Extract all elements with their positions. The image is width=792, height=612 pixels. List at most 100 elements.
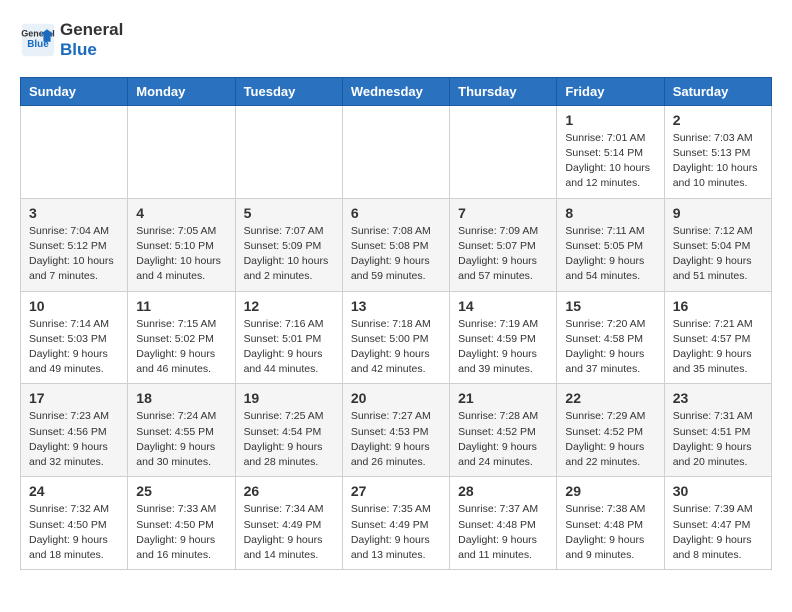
day-info: Sunrise: 7:15 AM Sunset: 5:02 PM Dayligh… — [136, 317, 226, 378]
day-number: 7 — [458, 205, 548, 221]
calendar-cell: 25 Sunrise: 7:33 AM Sunset: 4:50 PM Dayli… — [128, 477, 235, 570]
day-info: Sunrise: 7:20 AM Sunset: 4:58 PM Dayligh… — [565, 317, 655, 378]
calendar-header: SundayMondayTuesdayWednesdayThursdayFrid… — [21, 77, 772, 105]
weekday-saturday: Saturday — [664, 77, 771, 105]
calendar-cell: 24 Sunrise: 7:32 AM Sunset: 4:50 PM Dayli… — [21, 477, 128, 570]
day-number: 22 — [565, 390, 655, 406]
calendar-cell: 13Sunrise: 7:18 AM Sunset: 5:00 PM Dayli… — [342, 291, 449, 384]
logo: General Blue General Blue — [20, 20, 123, 61]
calendar-cell: 6 Sunrise: 7:08 AM Sunset: 5:08 PM Daylig… — [342, 198, 449, 291]
day-number: 25 — [136, 483, 226, 499]
day-info: Sunrise: 7:37 AM Sunset: 4:48 PM Dayligh… — [458, 502, 548, 563]
calendar-body: 1 Sunrise: 7:01 AM Sunset: 5:14 PM Daylig… — [21, 105, 772, 569]
day-number: 21 — [458, 390, 548, 406]
day-number: 16 — [673, 298, 763, 314]
day-info: Sunrise: 7:11 AM Sunset: 5:05 PM Dayligh… — [565, 224, 655, 285]
day-number: 10 — [29, 298, 119, 314]
day-number: 15 — [565, 298, 655, 314]
weekday-sunday: Sunday — [21, 77, 128, 105]
calendar-cell: 5Sunrise: 7:07 AM Sunset: 5:09 PM Daylig… — [235, 198, 342, 291]
day-number: 23 — [673, 390, 763, 406]
day-number: 3 — [29, 205, 119, 221]
calendar-week-1: 1 Sunrise: 7:01 AM Sunset: 5:14 PM Daylig… — [21, 105, 772, 198]
logo-general: General — [60, 20, 123, 40]
day-number: 14 — [458, 298, 548, 314]
day-info: Sunrise: 7:05 AM Sunset: 5:10 PM Dayligh… — [136, 224, 226, 285]
day-info: Sunrise: 7:04 AM Sunset: 5:12 PM Dayligh… — [29, 224, 119, 285]
calendar-cell: 8 Sunrise: 7:11 AM Sunset: 5:05 PM Daylig… — [557, 198, 664, 291]
calendar-week-3: 10 Sunrise: 7:14 AM Sunset: 5:03 PM Dayli… — [21, 291, 772, 384]
day-number: 5 — [244, 205, 334, 221]
day-info: Sunrise: 7:12 AM Sunset: 5:04 PM Dayligh… — [673, 224, 763, 285]
weekday-monday: Monday — [128, 77, 235, 105]
day-info: Sunrise: 7:35 AM Sunset: 4:49 PM Dayligh… — [351, 502, 441, 563]
day-info: Sunrise: 7:31 AM Sunset: 4:51 PM Dayligh… — [673, 409, 763, 470]
calendar-cell — [235, 105, 342, 198]
calendar-cell: 17Sunrise: 7:23 AM Sunset: 4:56 PM Dayli… — [21, 384, 128, 477]
weekday-friday: Friday — [557, 77, 664, 105]
day-info: Sunrise: 7:29 AM Sunset: 4:52 PM Dayligh… — [565, 409, 655, 470]
day-info: Sunrise: 7:21 AM Sunset: 4:57 PM Dayligh… — [673, 317, 763, 378]
day-number: 24 — [29, 483, 119, 499]
calendar-week-4: 17Sunrise: 7:23 AM Sunset: 4:56 PM Dayli… — [21, 384, 772, 477]
day-number: 28 — [458, 483, 548, 499]
day-number: 30 — [673, 483, 763, 499]
day-info: Sunrise: 7:14 AM Sunset: 5:03 PM Dayligh… — [29, 317, 119, 378]
calendar-cell: 3 Sunrise: 7:04 AM Sunset: 5:12 PM Daylig… — [21, 198, 128, 291]
page-header: General Blue General Blue — [20, 20, 772, 61]
day-info: Sunrise: 7:25 AM Sunset: 4:54 PM Dayligh… — [244, 409, 334, 470]
day-info: Sunrise: 7:24 AM Sunset: 4:55 PM Dayligh… — [136, 409, 226, 470]
day-number: 11 — [136, 298, 226, 314]
calendar-week-2: 3 Sunrise: 7:04 AM Sunset: 5:12 PM Daylig… — [21, 198, 772, 291]
day-info: Sunrise: 7:27 AM Sunset: 4:53 PM Dayligh… — [351, 409, 441, 470]
calendar-cell: 30Sunrise: 7:39 AM Sunset: 4:47 PM Dayli… — [664, 477, 771, 570]
day-info: Sunrise: 7:32 AM Sunset: 4:50 PM Dayligh… — [29, 502, 119, 563]
day-info: Sunrise: 7:08 AM Sunset: 5:08 PM Dayligh… — [351, 224, 441, 285]
day-info: Sunrise: 7:16 AM Sunset: 5:01 PM Dayligh… — [244, 317, 334, 378]
day-number: 26 — [244, 483, 334, 499]
calendar-cell: 9 Sunrise: 7:12 AM Sunset: 5:04 PM Daylig… — [664, 198, 771, 291]
day-number: 1 — [565, 112, 655, 128]
day-info: Sunrise: 7:34 AM Sunset: 4:49 PM Dayligh… — [244, 502, 334, 563]
day-info: Sunrise: 7:01 AM Sunset: 5:14 PM Dayligh… — [565, 131, 655, 192]
calendar-cell: 18Sunrise: 7:24 AM Sunset: 4:55 PM Dayli… — [128, 384, 235, 477]
day-number: 19 — [244, 390, 334, 406]
calendar-cell: 7Sunrise: 7:09 AM Sunset: 5:07 PM Daylig… — [450, 198, 557, 291]
calendar-cell: 23 Sunrise: 7:31 AM Sunset: 4:51 PM Dayli… — [664, 384, 771, 477]
calendar-cell: 14 Sunrise: 7:19 AM Sunset: 4:59 PM Dayli… — [450, 291, 557, 384]
day-number: 4 — [136, 205, 226, 221]
calendar-cell: 12 Sunrise: 7:16 AM Sunset: 5:01 PM Dayli… — [235, 291, 342, 384]
day-number: 27 — [351, 483, 441, 499]
day-number: 6 — [351, 205, 441, 221]
logo-icon: General Blue — [20, 22, 56, 58]
day-info: Sunrise: 7:03 AM Sunset: 5:13 PM Dayligh… — [673, 131, 763, 192]
day-info: Sunrise: 7:38 AM Sunset: 4:48 PM Dayligh… — [565, 502, 655, 563]
day-info: Sunrise: 7:19 AM Sunset: 4:59 PM Dayligh… — [458, 317, 548, 378]
calendar-cell: 19 Sunrise: 7:25 AM Sunset: 4:54 PM Dayli… — [235, 384, 342, 477]
calendar-cell: 16 Sunrise: 7:21 AM Sunset: 4:57 PM Dayli… — [664, 291, 771, 384]
day-info: Sunrise: 7:33 AM Sunset: 4:50 PM Dayligh… — [136, 502, 226, 563]
weekday-thursday: Thursday — [450, 77, 557, 105]
calendar-cell — [450, 105, 557, 198]
weekday-header-row: SundayMondayTuesdayWednesdayThursdayFrid… — [21, 77, 772, 105]
calendar-cell: 4 Sunrise: 7:05 AM Sunset: 5:10 PM Daylig… — [128, 198, 235, 291]
calendar-cell — [342, 105, 449, 198]
day-number: 29 — [565, 483, 655, 499]
weekday-wednesday: Wednesday — [342, 77, 449, 105]
day-number: 12 — [244, 298, 334, 314]
day-number: 13 — [351, 298, 441, 314]
calendar-table: SundayMondayTuesdayWednesdayThursdayFrid… — [20, 77, 772, 570]
weekday-tuesday: Tuesday — [235, 77, 342, 105]
day-number: 9 — [673, 205, 763, 221]
calendar-cell: 2 Sunrise: 7:03 AM Sunset: 5:13 PM Daylig… — [664, 105, 771, 198]
calendar-week-5: 24 Sunrise: 7:32 AM Sunset: 4:50 PM Dayli… — [21, 477, 772, 570]
calendar-cell: 28 Sunrise: 7:37 AM Sunset: 4:48 PM Dayli… — [450, 477, 557, 570]
day-number: 17 — [29, 390, 119, 406]
calendar-cell: 26 Sunrise: 7:34 AM Sunset: 4:49 PM Dayli… — [235, 477, 342, 570]
calendar-cell: 22 Sunrise: 7:29 AM Sunset: 4:52 PM Dayli… — [557, 384, 664, 477]
calendar-cell — [21, 105, 128, 198]
day-number: 2 — [673, 112, 763, 128]
calendar-cell — [128, 105, 235, 198]
day-number: 8 — [565, 205, 655, 221]
calendar-cell: 1 Sunrise: 7:01 AM Sunset: 5:14 PM Daylig… — [557, 105, 664, 198]
